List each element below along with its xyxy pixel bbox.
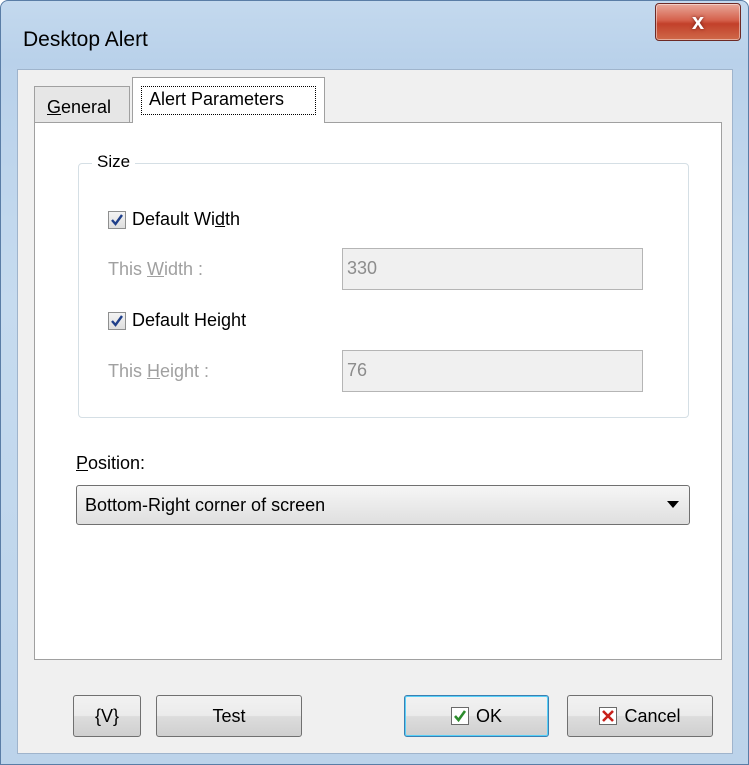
dropdown-arrow-icon[interactable]	[667, 501, 679, 508]
check-mark-icon	[111, 314, 123, 327]
tab-general[interactable]: General	[34, 86, 130, 122]
default-height-label: Default Height	[132, 310, 247, 330]
this-height-field[interactable]: 76	[342, 350, 643, 392]
position-dropdown[interactable]: Bottom-Right corner of screen	[76, 485, 690, 525]
ok-button-label: OK	[475, 705, 502, 726]
variables-button-label: {V}	[94, 705, 120, 726]
check-mark-icon	[111, 213, 123, 226]
cancel-button-label: Cancel	[624, 705, 681, 726]
cancel-button[interactable]: Cancel	[567, 695, 713, 737]
position-selected-value: Bottom-Right corner of screen	[85, 495, 326, 515]
close-icon: x	[691, 9, 705, 34]
tab-alert-parameters-label: Alert Parameters	[149, 89, 285, 109]
tab-general-mnemonic: G	[47, 97, 62, 117]
size-group-label: Size	[92, 152, 136, 172]
this-width-field[interactable]: 330	[342, 248, 643, 290]
test-button[interactable]: Test	[156, 695, 302, 737]
this-width-label: This Width :	[108, 259, 204, 279]
checkbox-box[interactable]	[108, 210, 126, 229]
default-height-checkbox[interactable]: Default Height	[108, 310, 246, 331]
dialog-window: Desktop Alert x General Alert Parameters…	[0, 0, 749, 765]
default-width-label: Default Width	[132, 209, 241, 229]
tab-general-label: eneral	[61, 97, 112, 117]
test-button-label: Test	[212, 705, 246, 726]
checkbox-box[interactable]	[108, 311, 126, 330]
tab-alert-parameters[interactable]: Alert Parameters	[132, 77, 325, 123]
dialog-client-area: General Alert Parameters Size Default Wi…	[17, 69, 733, 754]
variables-button[interactable]: {V}	[73, 695, 141, 737]
close-button[interactable]: x	[655, 3, 741, 41]
cancel-x-icon	[599, 707, 618, 725]
position-label: Position:	[76, 453, 146, 473]
default-width-checkbox[interactable]: Default Width	[108, 209, 240, 230]
tab-focus-rect: Alert Parameters	[141, 86, 316, 115]
checkmark-icon	[450, 707, 469, 725]
window-title: Desktop Alert	[23, 28, 148, 51]
alert-parameters-panel: Size Default Width This Width : 330 Defa…	[34, 122, 722, 660]
this-height-label: This Height :	[108, 361, 210, 381]
ok-button[interactable]: OK	[404, 695, 549, 737]
